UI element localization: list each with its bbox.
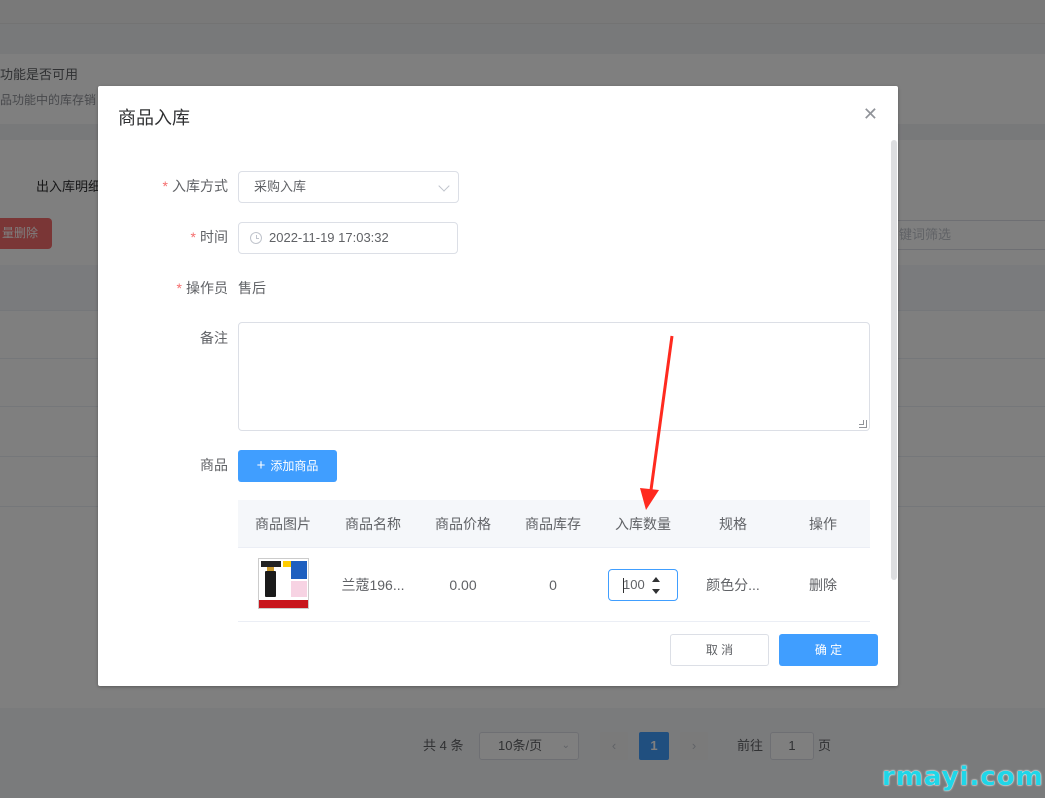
clock-icon xyxy=(250,232,262,244)
goods-table: 商品图片 商品名称 商品价格 商品库存 入库数量 规格 操作 兰蔻196... … xyxy=(238,500,870,622)
remark-textarea[interactable] xyxy=(238,322,870,431)
product-stock: 0 xyxy=(549,576,557,593)
stock-in-method-select[interactable]: 采购入库 xyxy=(238,171,459,203)
watermark-logo: rmayi.com xyxy=(882,762,1044,792)
table-row: 兰蔻196... 0.00 0 100 颜色分... 删除 xyxy=(238,548,870,622)
product-spec: 颜色分... xyxy=(706,576,760,593)
spin-down-icon[interactable] xyxy=(652,588,660,594)
method-label: * 入库方式 xyxy=(162,178,228,194)
datetime-picker[interactable]: 2022-11-19 17:03:32 xyxy=(238,222,458,254)
dialog-title: 商品入库 xyxy=(118,108,190,128)
resize-handle-icon[interactable] xyxy=(859,420,867,428)
column-header: 商品名称 xyxy=(345,516,401,532)
time-value: 2022-11-19 17:03:32 xyxy=(269,230,389,245)
remark-label: 备注 xyxy=(200,330,228,346)
stock-in-dialog: 商品入库 ✕ * 入库方式 采购入库 * 时间 2022-11-19 17:03:3… xyxy=(98,86,898,686)
cancel-button[interactable]: 取 消 xyxy=(670,634,769,666)
quantity-value: 100 xyxy=(623,576,645,592)
column-header: 商品价格 xyxy=(435,516,491,532)
operator-label: * 操作员 xyxy=(176,280,228,296)
column-header: 操作 xyxy=(809,516,837,532)
method-value: 采购入库 xyxy=(254,179,307,194)
add-goods-button[interactable]: + 添加商品 xyxy=(238,450,337,482)
goods-table-header: 商品图片 商品名称 商品价格 商品库存 入库数量 规格 操作 xyxy=(238,500,870,548)
plus-icon: + xyxy=(256,457,266,474)
chevron-down-icon xyxy=(438,180,450,192)
column-header: 商品库存 xyxy=(525,516,581,532)
column-header: 规格 xyxy=(719,516,747,532)
quantity-cell: 100 xyxy=(598,548,688,622)
column-header: 入库数量 xyxy=(615,516,671,532)
delete-link[interactable]: 删除 xyxy=(778,548,868,622)
product-price: 0.00 xyxy=(449,576,477,593)
time-label: * 时间 xyxy=(190,229,228,245)
column-header: 商品图片 xyxy=(255,516,311,532)
text-caret xyxy=(623,577,624,593)
dialog-scrollbar[interactable] xyxy=(891,140,897,580)
operator-value: 售后 xyxy=(238,280,266,296)
quantity-stepper[interactable]: 100 xyxy=(608,568,678,601)
product-image-cell xyxy=(238,548,328,622)
goods-label: 商品 xyxy=(200,457,228,473)
confirm-button[interactable]: 确 定 xyxy=(779,634,878,666)
product-name: 兰蔻196... xyxy=(341,576,405,593)
close-icon[interactable]: ✕ xyxy=(863,104,878,124)
product-image xyxy=(257,557,309,609)
spin-up-icon[interactable] xyxy=(652,576,660,582)
